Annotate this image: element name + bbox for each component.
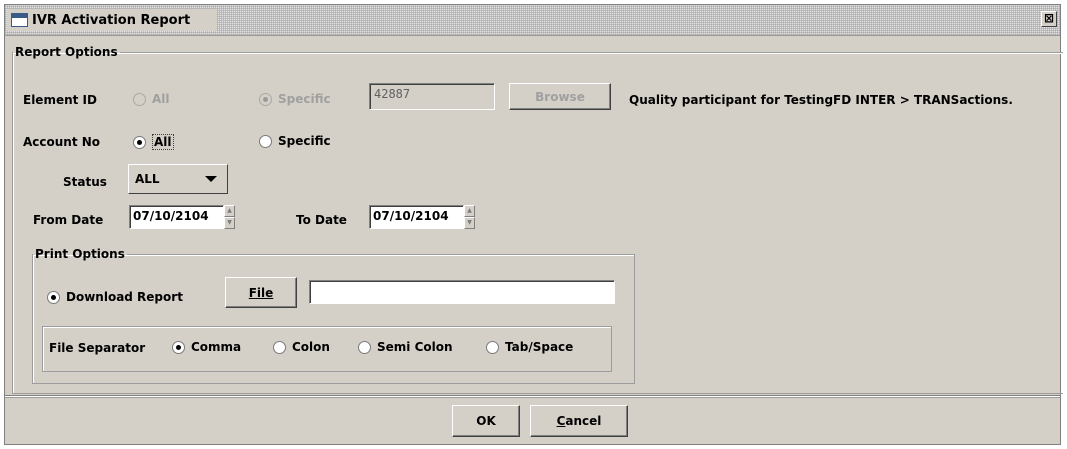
separator-tabspace-label: Tab/Space <box>505 340 574 354</box>
account-no-specific-label: Specific <box>278 134 331 148</box>
account-no-all-label: All <box>152 134 174 150</box>
account-no-all-radio[interactable]: All <box>133 134 174 150</box>
to-date-field[interactable]: 07/10/2104 <box>369 205 464 229</box>
browse-button[interactable]: Browse <box>509 83 611 110</box>
separator-comma-label: Comma <box>191 340 242 354</box>
element-id-specific-label: Specific <box>278 92 331 106</box>
separator-colon-label: Colon <box>292 340 330 354</box>
file-button-label: File <box>248 285 274 300</box>
radio-dot-icon <box>172 340 185 354</box>
ok-button[interactable]: OK <box>452 405 520 437</box>
spinner-up-icon[interactable]: ▲ <box>224 205 235 217</box>
download-report-radio[interactable]: Download Report <box>47 290 183 304</box>
radio-dot-icon <box>259 134 272 148</box>
download-report-label: Download Report <box>66 290 183 304</box>
status-dropdown[interactable]: ALL <box>128 164 228 194</box>
status-selected-value: ALL <box>135 172 160 186</box>
to-date-spin-buttons: ▲ ▼ <box>464 205 475 229</box>
close-icon[interactable]: ⊠ <box>1041 11 1057 27</box>
spinner-up-icon[interactable]: ▲ <box>464 205 475 217</box>
title-bar[interactable]: IVR Activation Report ⊠ <box>5 5 1060 36</box>
status-label: Status <box>63 175 107 189</box>
radio-dot-icon <box>273 340 286 354</box>
account-no-label: Account No <box>23 135 101 149</box>
element-id-all-radio[interactable]: All <box>133 92 170 106</box>
separator-semicolon-label: Semi Colon <box>377 340 453 354</box>
cancel-button-label: Cancel <box>556 414 602 428</box>
to-date-label: To Date <box>296 213 347 227</box>
radio-dot-icon <box>358 340 371 354</box>
title-plate: IVR Activation Report <box>7 9 217 31</box>
from-date-spin-buttons: ▲ ▼ <box>224 205 235 229</box>
cancel-button[interactable]: Cancel <box>530 405 628 437</box>
spinner-down-icon[interactable]: ▼ <box>464 217 475 229</box>
window-title: IVR Activation Report <box>32 12 191 28</box>
report-options-legend: Report Options <box>15 45 118 59</box>
dropdown-arrow-icon <box>205 176 217 182</box>
element-description: Quality participant for TestingFD INTER … <box>629 93 1013 107</box>
file-path-field[interactable] <box>309 280 615 304</box>
separator-colon-radio[interactable]: Colon <box>273 340 330 354</box>
element-id-label: Element ID <box>23 93 97 107</box>
separator-tabspace-radio[interactable]: Tab/Space <box>486 340 573 354</box>
print-options-legend: Print Options <box>35 247 125 261</box>
from-date-spinner[interactable]: 07/10/2104 ▲ ▼ <box>129 205 235 229</box>
radio-dot-icon <box>133 135 146 149</box>
to-date-spinner[interactable]: 07/10/2104 ▲ ▼ <box>369 205 475 229</box>
separator-semicolon-radio[interactable]: Semi Colon <box>358 340 453 354</box>
ivr-activation-report-dialog: IVR Activation Report ⊠ Report Options E… <box>4 4 1063 445</box>
radio-dot-icon <box>133 92 146 106</box>
radio-dot-icon <box>47 290 60 304</box>
account-no-specific-radio[interactable]: Specific <box>259 134 331 148</box>
element-id-specific-radio[interactable]: Specific <box>259 92 331 106</box>
from-date-field[interactable]: 07/10/2104 <box>129 205 224 229</box>
spinner-down-icon[interactable]: ▼ <box>224 217 235 229</box>
from-date-label: From Date <box>33 213 104 227</box>
window-icon <box>11 13 28 27</box>
file-separator-label: File Separator <box>49 341 146 355</box>
element-id-all-label: All <box>152 92 170 106</box>
radio-dot-icon <box>259 92 272 106</box>
element-id-field[interactable]: 42887 <box>369 83 495 110</box>
separator-comma-radio[interactable]: Comma <box>172 340 241 354</box>
radio-dot-icon <box>486 340 499 354</box>
file-button[interactable]: File <box>225 277 297 308</box>
